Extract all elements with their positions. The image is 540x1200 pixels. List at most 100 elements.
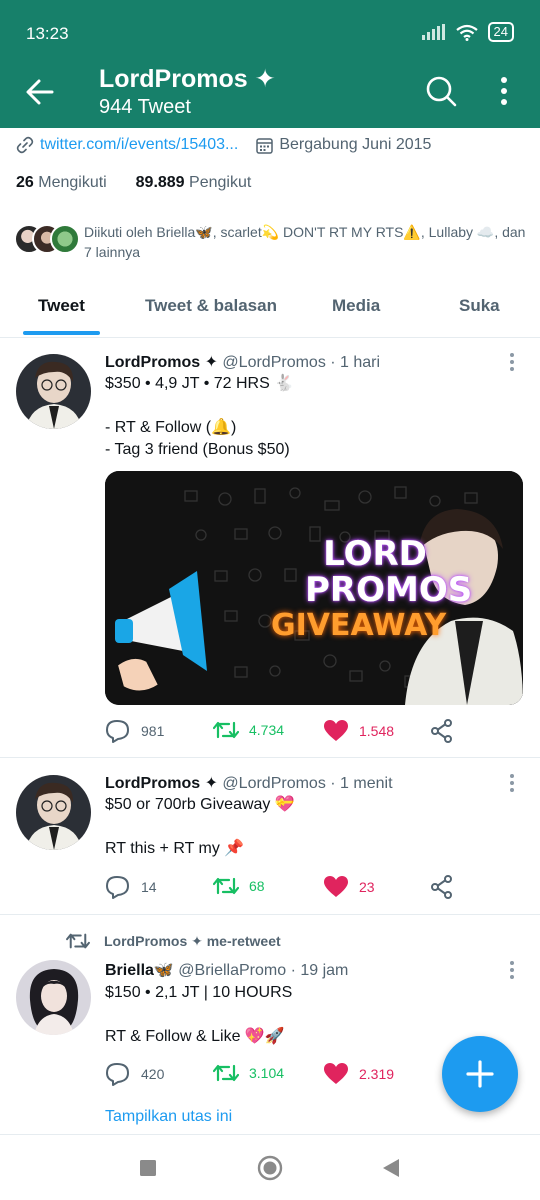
retweet-icon <box>213 877 239 895</box>
joined-text: Bergabung Juni 2015 <box>279 136 432 153</box>
recents-square-icon[interactable] <box>139 1159 157 1177</box>
page-title: LordPromos ✦ <box>99 65 276 93</box>
reply-button[interactable]: 420 <box>105 1062 164 1086</box>
avatar[interactable] <box>16 960 91 1035</box>
calendar-icon <box>256 137 274 154</box>
followers-you-know-avatars <box>14 222 80 256</box>
following-stat[interactable]: 26 Mengikuti <box>16 174 107 191</box>
retweet-icon <box>66 933 90 949</box>
status-icons: 24 <box>421 22 514 42</box>
status-time: 13:23 <box>26 24 69 43</box>
like-button[interactable]: 1.548 <box>323 719 394 743</box>
followers-label: Pengikut <box>189 174 252 191</box>
followers-stat[interactable]: 89.889 Pengikut <box>136 174 252 191</box>
reply-button[interactable]: 981 <box>105 719 164 743</box>
heart-icon <box>324 720 348 741</box>
followed-by[interactable]: Diikuti oleh Briella🦋, scarlet💫 DON'T RT… <box>14 222 526 262</box>
retweeted-by-text[interactable]: LordPromos ✦ me-retweet <box>104 933 281 950</box>
tweet-menu-icon[interactable] <box>508 960 516 980</box>
tweet-author-name[interactable]: LordPromos ✦ <box>105 354 218 371</box>
reply-count: 981 <box>141 723 165 739</box>
retweet-button[interactable]: 68 <box>213 875 265 897</box>
share-icon[interactable] <box>430 875 454 899</box>
tweet-media-image[interactable]: LORD PROMOS GIVEAWAY <box>105 471 523 705</box>
avatar <box>50 224 80 254</box>
tweet-time: · 1 hari <box>330 354 381 371</box>
link-icon <box>16 136 34 154</box>
show-thread-link[interactable]: Tampilkan utas ini <box>105 1108 232 1126</box>
tweet-text: $150 • 2,1 JT | 10 HOURS RT & Follow & L… <box>105 984 293 1045</box>
like-count: 1.548 <box>359 723 395 739</box>
tweet-header: LordPromos ✦ @LordPromos · 1 hari <box>105 352 380 372</box>
title-bar: LordPromos ✦ 944 Tweet <box>0 58 540 122</box>
reply-count: 420 <box>141 1066 165 1082</box>
reply-icon <box>106 876 129 899</box>
follow-stats: 26 Mengikuti 89.889 Pengikut <box>16 174 251 192</box>
tweet-menu-icon[interactable] <box>508 773 516 793</box>
tweet-author-handle: @LordPromos <box>222 775 326 792</box>
retweet-count: 4.734 <box>249 722 285 738</box>
profile-meta: twitter.com/i/events/15403... Bergabung … <box>16 136 524 154</box>
tweet-actions: 14 68 23 <box>105 875 465 901</box>
tweet[interactable]: LordPromos ✦ @LordPromos · 1 menit $50 o… <box>0 759 540 915</box>
followers-count: 89.889 <box>135 174 185 191</box>
reply-button[interactable]: 14 <box>105 875 157 899</box>
following-label: Mengikuti <box>38 174 107 191</box>
active-tab-indicator <box>23 331 100 335</box>
more-vertical-icon[interactable] <box>492 74 516 108</box>
banner-line-1: LORD <box>323 534 427 574</box>
tab-tweet[interactable]: Tweet <box>38 296 85 316</box>
joined-date: Bergabung Juni 2015 <box>256 136 431 154</box>
tweet-header: Briella🦋 @BriellaPromo · 19 jam <box>105 960 348 980</box>
tweet-header: LordPromos ✦ @LordPromos · 1 menit <box>105 773 393 793</box>
system-nav-bar <box>0 1138 540 1200</box>
heart-icon <box>324 1063 348 1084</box>
retweet-button[interactable]: 3.104 <box>213 1062 284 1084</box>
tweet-menu-icon[interactable] <box>508 352 516 372</box>
retweet-icon <box>213 1064 239 1082</box>
following-count: 26 <box>16 174 34 191</box>
back-arrow-icon[interactable] <box>22 74 58 110</box>
avatar[interactable] <box>16 775 91 850</box>
tweet-author-name[interactable]: Briella🦋 <box>105 962 174 979</box>
tweet-actions: 420 3.104 2.319 <box>105 1062 465 1088</box>
banner-line-2: PROMOS <box>305 570 473 610</box>
reply-icon <box>106 1063 129 1086</box>
tweet-time: · 19 jam <box>290 962 349 979</box>
avatar[interactable] <box>16 354 91 429</box>
profile-link[interactable]: twitter.com/i/events/15403... <box>40 136 238 154</box>
status-bar: 13:23 24 <box>26 22 514 46</box>
share-icon[interactable] <box>430 719 454 743</box>
tweet-text: $350 • 4,9 JT • 72 HRS 🐇 - RT & Follow (… <box>105 375 295 458</box>
like-count: 23 <box>359 879 375 895</box>
wifi-icon <box>455 24 478 41</box>
heart-icon <box>324 876 348 897</box>
home-circle-icon[interactable] <box>257 1155 283 1181</box>
app-header: 13:23 24 LordPromos ✦ 944 Tweet <box>0 0 540 128</box>
tweet[interactable]: LordPromos ✦ @LordPromos · 1 hari $350 •… <box>0 338 540 758</box>
banner-title: LORD PROMOS GIVEAWAY <box>271 534 473 641</box>
like-button[interactable]: 23 <box>323 875 375 899</box>
like-button[interactable]: 2.319 <box>323 1062 394 1086</box>
tweet-author-name[interactable]: LordPromos ✦ <box>105 775 218 792</box>
tweet-author-handle: @BriellaPromo <box>178 962 287 979</box>
reply-count: 14 <box>141 879 157 895</box>
tab-likes[interactable]: Suka <box>459 296 500 316</box>
tweet-count: 944 Tweet <box>99 96 191 118</box>
retweet-button[interactable]: 4.734 <box>213 719 284 741</box>
reply-icon <box>106 720 129 743</box>
tweet-time: · 1 menit <box>330 775 393 792</box>
compose-tweet-button[interactable] <box>442 1036 518 1112</box>
signal-icon <box>421 24 445 40</box>
tab-tweet-replies[interactable]: Tweet & balasan <box>145 296 277 316</box>
plus-icon <box>466 1060 494 1088</box>
profile-tabs: Tweet Tweet & balasan Media Suka <box>0 280 540 338</box>
battery-icon: 24 <box>487 22 514 42</box>
retweet-icon <box>213 721 239 739</box>
tab-media[interactable]: Media <box>332 296 380 316</box>
search-icon[interactable] <box>424 74 458 108</box>
tweet-actions: 981 4.734 1.548 <box>105 719 465 745</box>
tweet-text: $50 or 700rb Giveaway 💝 RT this + RT my … <box>105 796 295 857</box>
back-triangle-icon[interactable] <box>382 1158 400 1178</box>
retweeted-by: LordPromos ✦ me-retweet <box>66 931 281 951</box>
